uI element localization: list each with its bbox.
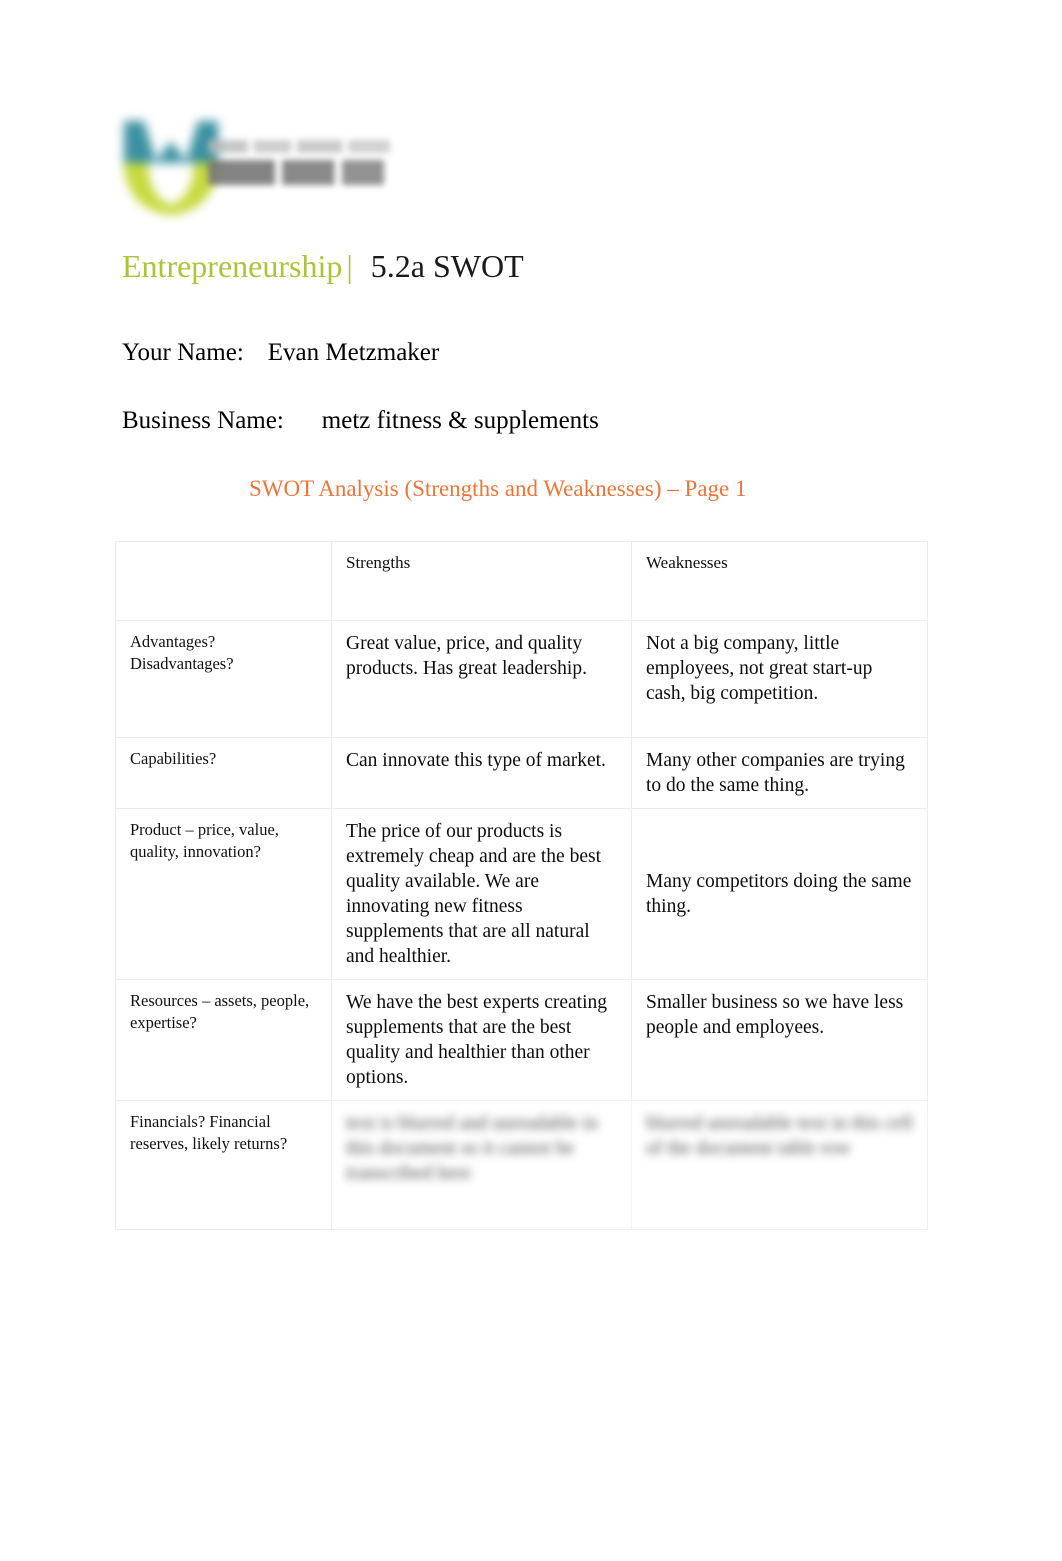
student-name-value: Evan Metzmaker	[267, 339, 440, 366]
lesson-name: 5.2a SWOT	[370, 248, 524, 284]
answer-strengths-advantages[interactable]: Great value, price, and quality products…	[331, 620, 632, 738]
business-name-value: metz fitness & supplements	[321, 407, 599, 434]
logo-block	[118, 112, 418, 222]
answer-weaknesses-capabilities[interactable]: Many other companies are trying to do th…	[631, 737, 928, 809]
answer-strengths-capabilities[interactable]: Can innovate this type of market.	[331, 737, 632, 809]
title-separator: |	[346, 248, 353, 284]
logo-wordmark	[206, 134, 406, 196]
logo-wordmark-top	[208, 140, 390, 153]
table-row: Capabilities? Can innovate this type of …	[115, 737, 928, 809]
prompt-resources: Resources – assets, people, expertise?	[115, 979, 332, 1101]
table-row: Product – price, value, quality, innovat…	[115, 808, 928, 980]
prompt-financials: Financials? Financial reserves, likely r…	[115, 1100, 332, 1230]
strengths-label: Strengths	[346, 553, 411, 572]
answer-weaknesses-financials[interactable]: blurred unreadable text in this cell of …	[631, 1100, 928, 1230]
table-row: Advantages? Disadvantages? Great value, …	[115, 620, 928, 738]
table-row: Financials? Financial reserves, likely r…	[115, 1100, 928, 1230]
table-header-corner	[115, 541, 332, 621]
student-name-label: Your Name:	[122, 339, 244, 366]
table-header-weaknesses: Weaknesses	[631, 541, 928, 621]
section-subtitle: SWOT Analysis (Strengths and Weaknesses)…	[249, 476, 747, 501]
logo-wordmark-bottom	[208, 160, 384, 185]
student-name-row: Your Name: Evan Metzmaker	[122, 337, 439, 369]
answer-strengths-product[interactable]: The price of our products is extremely c…	[331, 808, 632, 980]
answer-weaknesses-product[interactable]: Many competitors doing the same thing.	[631, 808, 928, 980]
swot-analysis-table: Strengths Weaknesses Advantages? Disadva…	[115, 541, 928, 1230]
course-name: Entrepreneurship	[122, 248, 343, 284]
weaknesses-label: Weaknesses	[646, 553, 728, 572]
answer-weaknesses-resources[interactable]: Smaller business so we have less people …	[631, 979, 928, 1101]
table-header-row: Strengths Weaknesses	[115, 541, 928, 621]
prompt-product: Product – price, value, quality, innovat…	[115, 808, 332, 980]
prompt-capabilities: Capabilities?	[115, 737, 332, 809]
answer-weaknesses-advantages[interactable]: Not a big company, little employees, not…	[631, 620, 928, 738]
page-title: Entrepreneurship | 5.2a SWOT	[122, 246, 524, 286]
answer-strengths-financials[interactable]: text is blurred and unreadable in this d…	[331, 1100, 632, 1230]
prompt-advantages-line1: Advantages?	[130, 632, 216, 651]
business-name-row: Business Name: metz fitness & supplements	[122, 405, 599, 437]
answer-strengths-resources[interactable]: We have the best experts creating supple…	[331, 979, 632, 1101]
table-header-strengths: Strengths	[331, 541, 632, 621]
prompt-advantages: Advantages? Disadvantages?	[115, 620, 332, 738]
table-row: Resources – assets, people, expertise? W…	[115, 979, 928, 1101]
prompt-advantages-line2: Disadvantages?	[130, 654, 234, 673]
business-name-label: Business Name:	[122, 407, 284, 434]
